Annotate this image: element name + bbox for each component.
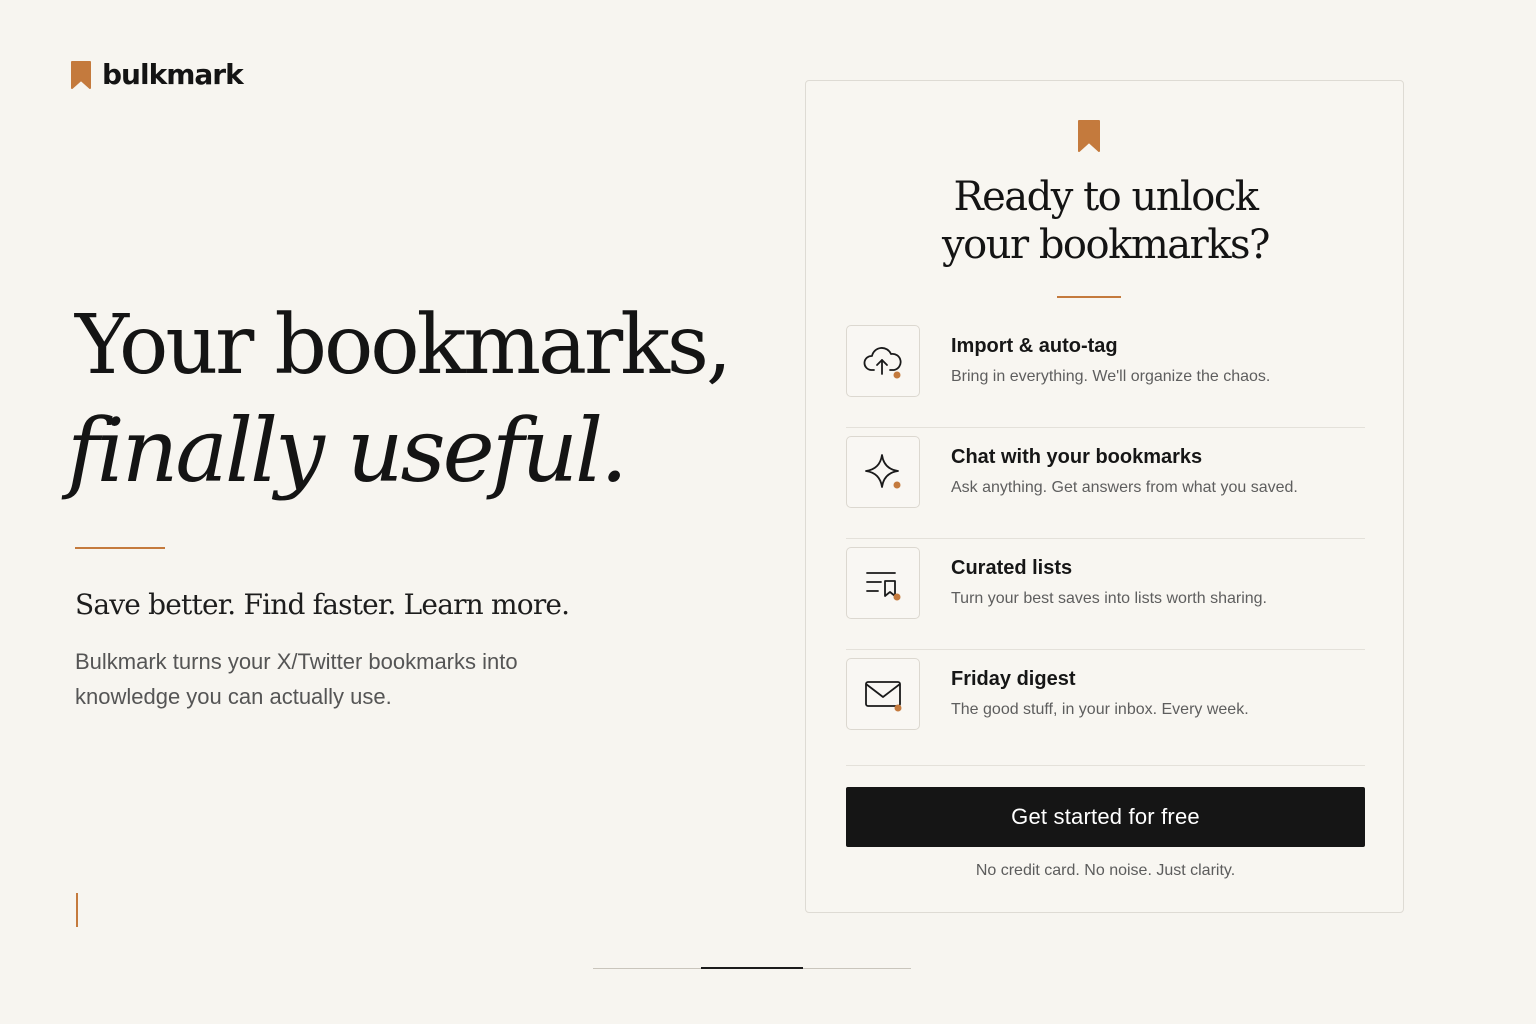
feature-item: Import & auto-tag Bring in everything. W… xyxy=(846,317,1365,428)
bookmark-icon xyxy=(70,60,92,89)
bookmark-icon xyxy=(1077,120,1101,152)
feature-title: Curated lists xyxy=(951,557,1073,579)
feature-description: Ask anything. Get answers from what you … xyxy=(951,479,1298,496)
sparkle-icon xyxy=(846,436,920,508)
card-title: Ready to unlock your bookmarks? xyxy=(806,173,1405,269)
feature-item: Friday digest The good stuff, in your in… xyxy=(846,650,1365,766)
feature-item: Chat with your bookmarks Ask anything. G… xyxy=(846,428,1365,539)
carousel-progress[interactable] xyxy=(593,967,911,969)
hero-tagline: Save better. Find faster. Learn more. xyxy=(75,588,570,621)
cloud-upload-icon xyxy=(846,325,920,397)
carousel-progress-indicator xyxy=(701,967,803,969)
hero-headline: Your bookmarks, finally useful. xyxy=(67,296,732,506)
fine-print: No credit card. No noise. Just clarity. xyxy=(975,862,1236,879)
card-title-line-2: your bookmarks? xyxy=(942,222,1270,268)
feature-description: Bring in everything. We'll organize the … xyxy=(951,368,1271,385)
hero-description: Bulkmark turns your X/Twitter bookmarks … xyxy=(75,649,518,709)
text-cursor xyxy=(76,893,78,927)
accent-divider xyxy=(75,547,165,549)
brand-name: bulkmark xyxy=(102,58,244,91)
card-divider xyxy=(1057,296,1121,298)
feature-title: Import & auto-tag xyxy=(951,335,1118,357)
get-started-button[interactable]: Get started for free xyxy=(846,787,1365,847)
feature-title: Chat with your bookmarks xyxy=(951,446,1203,468)
feature-list: Import & auto-tag Bring in everything. W… xyxy=(846,317,1365,766)
feature-description: The good stuff, in your inbox. Every wee… xyxy=(951,701,1249,718)
signup-card: Ready to unlock your bookmarks? Import &… xyxy=(805,80,1404,913)
headline-line-2: finally useful. xyxy=(67,399,628,502)
mail-icon xyxy=(846,658,920,730)
feature-title: Friday digest xyxy=(951,668,1076,690)
brand-logo[interactable]: bulkmark xyxy=(70,58,244,91)
card-title-line-1: Ready to unlock xyxy=(953,174,1259,220)
list-bookmark-icon xyxy=(846,547,920,619)
feature-description: Turn your best saves into lists worth sh… xyxy=(951,590,1267,607)
headline-line-1: Your bookmarks, xyxy=(75,298,732,393)
feature-item: Curated lists Turn your best saves into … xyxy=(846,539,1365,650)
